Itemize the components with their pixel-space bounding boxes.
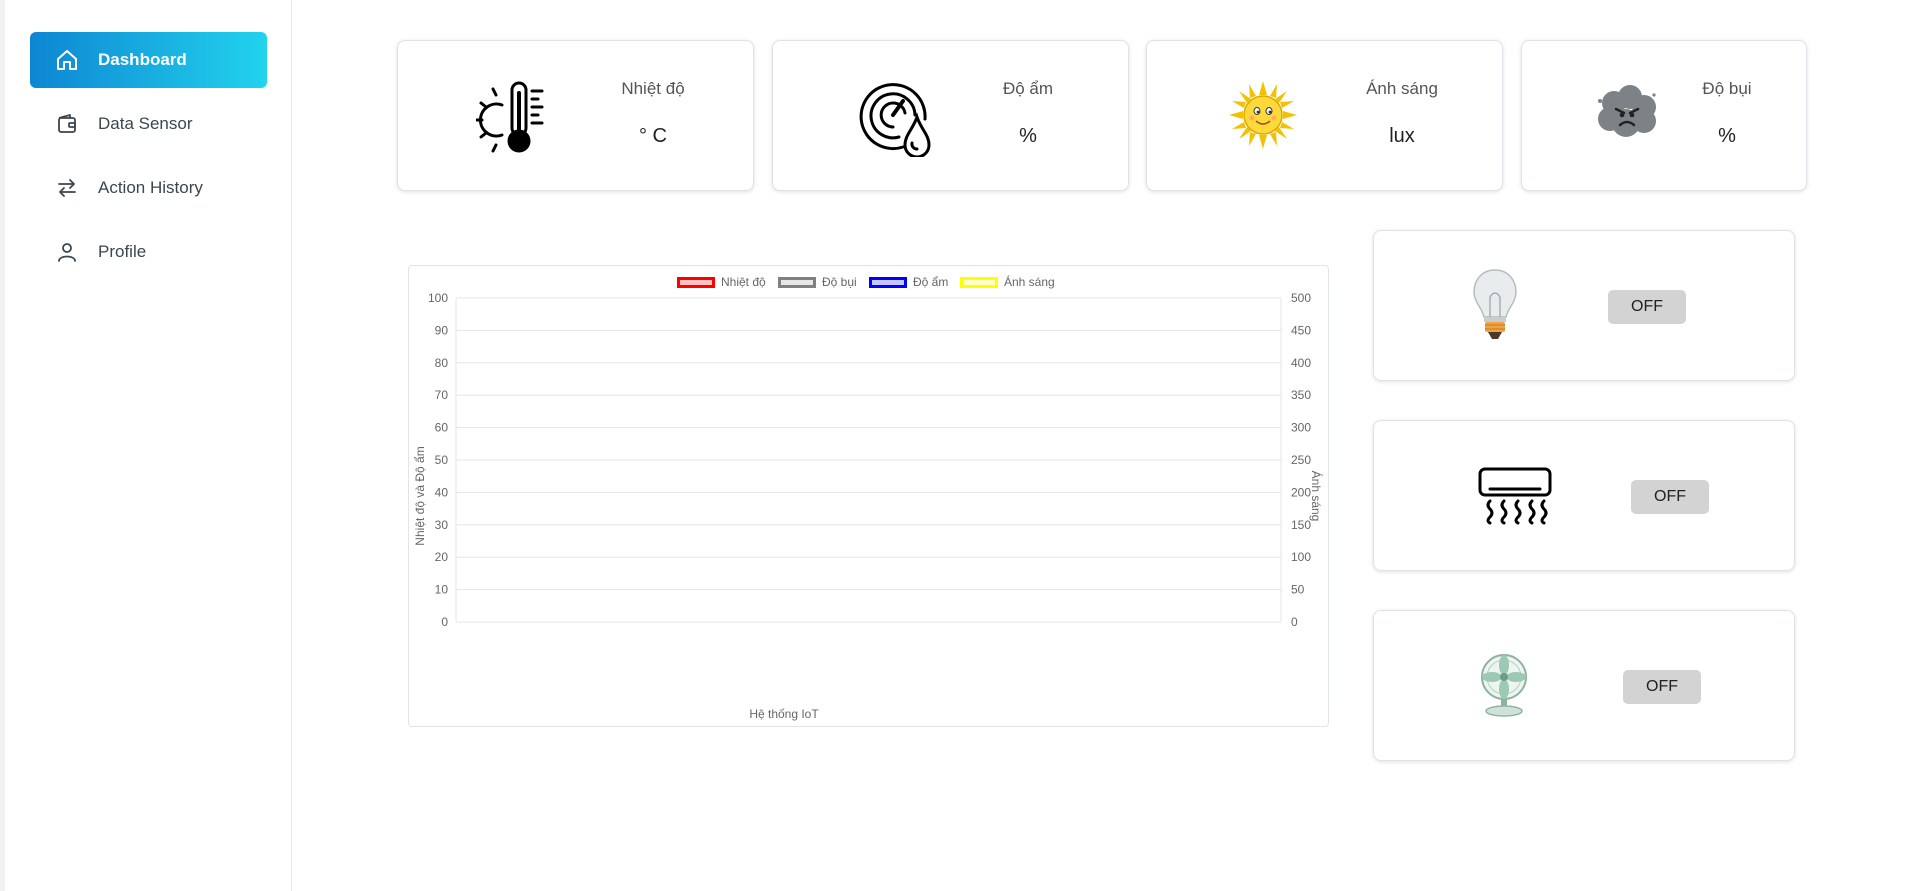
- y-tick-label-right: 0: [1291, 615, 1298, 629]
- sensor-chart: Nhiệt độ Độ bụi Độ ẩm Ánh sáng 100 90 80 70…: [408, 265, 1329, 727]
- x-axis-label: Hệ thống IoT: [749, 707, 819, 721]
- sidebar: Dashboard Data Sensor Action History Pro…: [5, 0, 292, 891]
- wallet-icon: [54, 111, 80, 137]
- y-tick-label-right: 500: [1291, 291, 1311, 305]
- air-conditioner-toggle-button[interactable]: OFF: [1631, 480, 1709, 514]
- light-toggle-button[interactable]: OFF: [1608, 290, 1686, 324]
- sensor-label: Ánh sáng: [1366, 79, 1438, 98]
- y-tick-label-right: 100: [1291, 550, 1311, 564]
- sensor-label: Độ ẩm: [1002, 79, 1054, 98]
- sensor-label: Nhiệt độ: [621, 79, 685, 98]
- sensor-value: %: [1718, 125, 1736, 147]
- y-tick-label-left: 0: [441, 615, 448, 629]
- y-tick-label-left: 90: [435, 323, 449, 337]
- y-tick-label-right: 50: [1291, 583, 1305, 597]
- y-tick-label-left: 70: [435, 388, 449, 402]
- device-card-fan: OFF: [1373, 610, 1795, 761]
- air-conditioner-icon: [1478, 467, 1552, 532]
- device-card-light: OFF: [1373, 230, 1795, 381]
- y-axis-label-left: Nhiệt độ và Độ ẩm: [413, 446, 427, 545]
- sensor-card-dust: Độ bụi %: [1521, 40, 1807, 191]
- arrows-swap-icon: [54, 175, 80, 201]
- sensor-value: %: [1019, 125, 1037, 147]
- y-tick-label-right: 350: [1291, 388, 1311, 402]
- y-tick-label-left: 30: [435, 518, 449, 532]
- sensor-value: lux: [1389, 125, 1415, 147]
- sensor-label: Độ bụi: [1702, 79, 1752, 98]
- fan-icon: [1480, 653, 1528, 722]
- light-bulb-icon: [1470, 267, 1520, 352]
- dust-cloud-icon: [1596, 85, 1658, 146]
- sidebar-item-data-sensor[interactable]: Data Sensor: [30, 96, 267, 152]
- y-tick-label-left: 40: [435, 485, 449, 499]
- y-tick-label-right: 300: [1291, 421, 1311, 435]
- home-icon: [54, 47, 80, 73]
- sidebar-item-label: Profile: [98, 242, 147, 261]
- sidebar-item-dashboard[interactable]: Dashboard: [30, 32, 267, 88]
- chart-plot: 1009080706050403020100 50045040035030025…: [413, 291, 1324, 721]
- sidebar-item-action-history[interactable]: Action History: [30, 160, 267, 216]
- y-tick-label-left: 20: [435, 550, 449, 564]
- y-tick-label-left: 80: [435, 356, 449, 370]
- sensor-value: ° C: [639, 125, 667, 147]
- sun-icon: [1229, 81, 1297, 154]
- thermometer-sun-icon: [474, 79, 552, 160]
- y-tick-label-left: 50: [435, 453, 449, 467]
- y-tick-label-right: 450: [1291, 323, 1311, 337]
- sidebar-item-label: Dashboard: [98, 50, 187, 69]
- user-icon: [54, 239, 80, 265]
- sidebar-item-profile[interactable]: Profile: [30, 224, 267, 280]
- sensor-card-temperature: Nhiệt độ ° C: [397, 40, 754, 191]
- y-tick-label-right: 200: [1291, 485, 1311, 499]
- device-card-air-conditioner: OFF: [1373, 420, 1795, 571]
- sidebar-item-label: Data Sensor: [98, 114, 193, 133]
- y-tick-label-right: 150: [1291, 518, 1311, 532]
- sensor-card-light: Ánh sáng lux: [1146, 40, 1503, 191]
- y-tick-label-right: 400: [1291, 356, 1311, 370]
- sidebar-item-label: Action History: [98, 178, 203, 197]
- y-tick-label-left: 60: [435, 421, 449, 435]
- humidity-gauge-icon: [855, 77, 933, 162]
- y-tick-label-left: 10: [435, 583, 449, 597]
- y-axis-label-right: Ánh sáng: [1309, 471, 1324, 522]
- y-tick-label-left: 100: [428, 291, 448, 305]
- sensor-card-humidity: Độ ẩm %: [772, 40, 1129, 191]
- fan-toggle-button[interactable]: OFF: [1623, 670, 1701, 704]
- y-tick-label-right: 250: [1291, 453, 1311, 467]
